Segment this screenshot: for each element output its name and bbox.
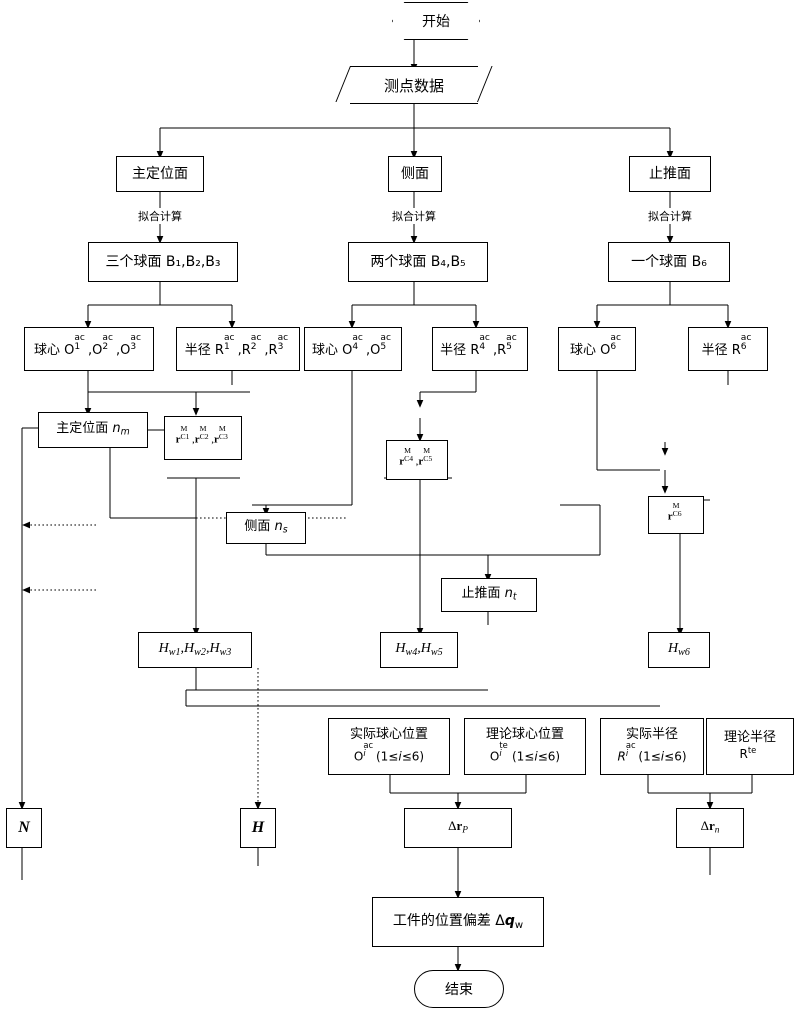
normal-thrust-box: 止推面 nt	[441, 578, 537, 612]
radius-6-text: 半径 Rac 6	[701, 332, 752, 359]
datum-face-thrust: 止推面	[629, 156, 711, 192]
end-terminator: 结束	[414, 970, 504, 1008]
rvec-45-text: r M C4 ,r M C5	[399, 446, 433, 469]
radius-123-box: 半径 Rac 1 ,R ac 2 ,R ac 3	[176, 327, 300, 371]
output-delta-rp-label: ΔrP	[448, 818, 468, 836]
normal-side-box: 侧面 ns	[226, 512, 306, 544]
center-45-box: 球心 Oac 4 ,O ac 5	[304, 327, 402, 371]
heights-6-text: Hw6	[668, 641, 690, 659]
theoretical-center-title: 理论球心位置	[485, 727, 564, 743]
theoretical-center-box: 理论球心位置 Ote i (1≤i≤6)	[464, 718, 586, 775]
spheres-thrust-label: 一个球面 B₆	[631, 253, 707, 270]
rvec-6-box: r M C6	[648, 496, 704, 534]
center-6-text: 球心 Oac 6	[569, 332, 621, 359]
final-result-box: 工件的位置偏差 Δqw	[372, 897, 544, 947]
input-data-label: 测点数据	[383, 76, 444, 95]
datum-face-side-label: 侧面	[401, 165, 429, 182]
spheres-side: 两个球面 B₄,B₅	[348, 242, 488, 282]
theoretical-radius-expr: Rte	[739, 745, 757, 762]
edge-label-fit-1: 拟合计算	[128, 208, 192, 224]
center-123-text: 球心 Oac 1 ,O ac 2 ,O ac 3	[33, 332, 141, 359]
center-45-text: 球心 Oac 4 ,O ac 5	[311, 332, 391, 359]
datum-face-thrust-label: 止推面	[649, 165, 691, 182]
heights-45-box: Hw4,Hw5	[380, 632, 458, 668]
center-123-box: 球心 Oac 1 ,O ac 2 ,O ac 3	[24, 327, 154, 371]
output-delta-rn-label: Δrn	[700, 818, 720, 836]
output-H-box: H	[240, 808, 276, 848]
final-result-label: 工件的位置偏差 Δqw	[392, 912, 524, 931]
output-N-label: N	[18, 818, 30, 836]
normal-side-text: 侧面 ns	[244, 518, 288, 536]
output-delta-rp-box: ΔrP	[404, 808, 512, 848]
heights-45-text: Hw4,Hw5	[395, 641, 443, 659]
end-label: 结束	[445, 982, 473, 998]
spheres-main: 三个球面 B₁,B₂,B₃	[88, 242, 238, 282]
input-data-node: 测点数据	[350, 66, 478, 104]
radius-6-box: 半径 Rac 6	[688, 327, 768, 371]
rvec-123-text: r M C1 ,r M C2 ,r M C3	[175, 424, 228, 447]
normal-thrust-text: 止推面 nt	[461, 585, 517, 603]
flowchart-canvas: 开始 测点数据 主定位面 侧面 止推面 拟合计算 拟合计算 拟合计算 三个球面 …	[0, 0, 800, 1013]
output-delta-rn-box: Δrn	[676, 808, 744, 848]
actual-center-title: 实际球心位置	[349, 727, 428, 743]
theoretical-radius-title: 理论半径	[723, 730, 776, 746]
theoretical-center-expr: Ote i (1≤i≤6)	[489, 739, 561, 764]
actual-center-expr: Oac i (1≤i≤6)	[353, 739, 425, 764]
radius-45-box: 半径 Rac 4 ,R ac 5	[432, 327, 528, 371]
actual-radius-box: 实际半径 Rac i (1≤i≤6)	[600, 718, 704, 775]
actual-radius-expr: Rac i (1≤i≤6)	[617, 739, 687, 764]
rvec-45-box: r M C4 ,r M C5	[386, 440, 448, 480]
output-N-box: N	[6, 808, 42, 848]
spheres-side-label: 两个球面 B₄,B₅	[370, 253, 466, 270]
spheres-thrust: 一个球面 B₆	[608, 242, 730, 282]
radius-123-text: 半径 Rac 1 ,R ac 2 ,R ac 3	[184, 332, 289, 359]
heights-6-box: Hw6	[648, 632, 710, 668]
output-H-label: H	[251, 818, 265, 836]
radius-45-text: 半径 Rac 4 ,R ac 5	[440, 332, 517, 359]
datum-face-side: 侧面	[388, 156, 442, 192]
center-6-box: 球心 Oac 6	[558, 327, 636, 371]
heights-123-text: Hw1,Hw2,Hw3	[158, 641, 232, 659]
theoretical-radius-box: 理论半径 Rte	[706, 718, 794, 775]
edge-label-fit-2: 拟合计算	[382, 208, 446, 224]
datum-face-main: 主定位面	[116, 156, 204, 192]
start-label: 开始	[422, 14, 450, 30]
actual-center-box: 实际球心位置 Oac i (1≤i≤6)	[328, 718, 450, 775]
edge-label-fit-3: 拟合计算	[638, 208, 702, 224]
start-terminator: 开始	[392, 2, 480, 40]
spheres-main-label: 三个球面 B₁,B₂,B₃	[105, 253, 221, 270]
datum-face-main-label: 主定位面	[132, 165, 188, 182]
rvec-123-box: r M C1 ,r M C2 ,r M C3	[164, 416, 242, 460]
rvec-6-text: r M C6	[667, 501, 682, 524]
normal-main-box: 主定位面 nm	[38, 412, 148, 448]
normal-main-text: 主定位面 nm	[56, 420, 130, 438]
heights-123-box: Hw1,Hw2,Hw3	[138, 632, 252, 668]
